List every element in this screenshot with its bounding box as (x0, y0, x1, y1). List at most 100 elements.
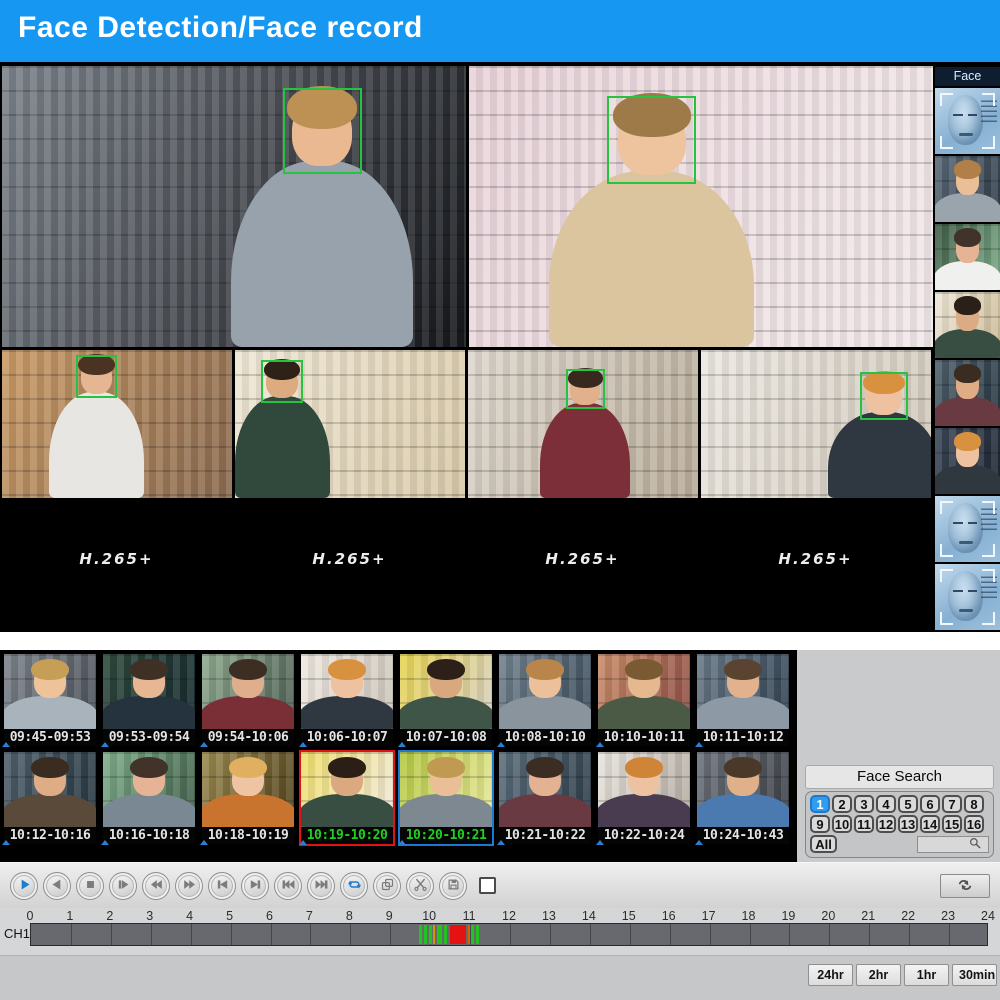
channel-button-4[interactable]: 4 (876, 795, 896, 813)
range-button-1hr[interactable]: 1hr (904, 964, 949, 986)
face-detection-box (607, 95, 697, 184)
channel-button-3[interactable]: 3 (854, 795, 874, 813)
face-record-thumbnail[interactable]: 10:20-10:21 (398, 750, 494, 846)
camera-dairy-aisle-man[interactable] (469, 66, 933, 347)
fast-forward-icon (182, 877, 197, 895)
face-thumbnail-dark-haired-man[interactable] (935, 292, 1000, 358)
hour-label: 19 (781, 909, 796, 923)
hour-label: 15 (621, 909, 636, 923)
face-record-thumbnail[interactable]: 09:53-09:54 (101, 652, 197, 748)
face-record-thumbnail[interactable]: 10:08-10:10 (497, 652, 593, 748)
first-record-button[interactable] (274, 871, 302, 900)
cell-marker (497, 840, 505, 845)
hour-tick (70, 924, 72, 945)
channel-button-10[interactable]: 10 (832, 815, 852, 833)
hour-tick (909, 924, 911, 945)
first-record-icon (281, 877, 296, 895)
swap-arrows-icon (956, 876, 974, 897)
save-button[interactable] (439, 871, 467, 900)
channel-button-15[interactable]: 15 (942, 815, 962, 833)
channel-button-11[interactable]: 11 (854, 815, 874, 833)
face-record-thumbnail[interactable]: 10:16-10:18 (101, 750, 197, 846)
camera-freezer-aisle-man[interactable] (2, 66, 466, 347)
fast-forward-button[interactable] (175, 871, 203, 900)
face-thumbnail-long-haired-woman[interactable] (935, 360, 1000, 426)
channel-swap-button[interactable] (940, 874, 990, 898)
face-record-thumbnail[interactable]: 10:18-10:19 (200, 750, 296, 846)
camera-blonde-shopper-woman[interactable] (701, 350, 931, 498)
hour-tick (510, 924, 511, 945)
face-record-thumbnail[interactable]: 09:45-09:53 (2, 652, 98, 748)
hour-tick (949, 924, 951, 945)
channel-button-16[interactable]: 16 (964, 815, 984, 833)
camera-green-sweater-man[interactable] (235, 350, 465, 498)
hour-tick (310, 924, 312, 945)
face-search-panel: 1 2 3 4 5 6 7 8 9 10 11 12 13 14 15 16 All (805, 791, 994, 858)
face-record-thumbnail[interactable]: 10:21-10:22 (497, 750, 593, 846)
face-thumbnail-red-haired-woman[interactable] (935, 428, 1000, 494)
select-checkbox[interactable] (479, 877, 496, 894)
cell-marker (2, 742, 10, 747)
face-search-button[interactable] (917, 835, 989, 853)
hour-label: 13 (541, 909, 556, 923)
play-icon (17, 877, 32, 895)
cell-marker (596, 840, 604, 845)
channel-button-14[interactable]: 14 (920, 815, 940, 833)
multi-screen-button[interactable] (373, 871, 401, 900)
prev-file-button[interactable] (208, 871, 236, 900)
channel-button-6[interactable]: 6 (920, 795, 940, 813)
reverse-play-button[interactable] (43, 871, 71, 900)
range-button-24hr[interactable]: 24hr (808, 964, 853, 986)
face-record-thumbnail[interactable]: 10:12-10:16 (2, 750, 98, 846)
playback-control-bar (0, 862, 1000, 908)
face-thumbnail-face-scan-match[interactable] (935, 564, 1000, 630)
recording-segment (436, 925, 443, 944)
face-record-thumbnail[interactable]: 10:22-10:24 (596, 750, 692, 846)
next-file-icon (248, 877, 263, 895)
face-record-thumbnail[interactable]: 10:11-10:12 (695, 652, 791, 748)
step-play-button[interactable] (109, 871, 137, 900)
channel-button-2[interactable]: 2 (832, 795, 852, 813)
face-thumbnail-face-scan-match[interactable] (935, 496, 1000, 562)
channel-button-1[interactable]: 1 (810, 795, 830, 813)
face-snapshot (400, 752, 492, 827)
face-thumbnail-curly-boy[interactable] (935, 156, 1000, 222)
next-file-button[interactable] (241, 871, 269, 900)
face-search-area: Face Search 1 2 3 4 5 6 7 8 9 10 11 12 13 14 15 16 All (797, 650, 1000, 862)
last-record-button[interactable] (307, 871, 335, 900)
timeline-bar[interactable] (30, 923, 988, 946)
camera-basket-woman[interactable] (2, 350, 232, 498)
hour-tick (589, 924, 591, 945)
hour-label: 4 (186, 909, 194, 923)
channel-button-5[interactable]: 5 (898, 795, 918, 813)
channel-all-button[interactable]: All (810, 835, 837, 853)
channel-button-7[interactable]: 7 (942, 795, 962, 813)
face-record-thumbnail[interactable]: 10:24-10:43 (695, 750, 791, 846)
channel-button-12[interactable]: 12 (876, 815, 896, 833)
face-snapshot (499, 752, 591, 827)
face-thumbnail-smiling-woman[interactable] (935, 224, 1000, 290)
channel-button-8[interactable]: 8 (964, 795, 984, 813)
face-record-thumbnail[interactable]: 10:07-10:08 (398, 652, 494, 748)
cut-button[interactable] (406, 871, 434, 900)
rewind-button[interactable] (142, 871, 170, 900)
hour-tick (709, 924, 711, 945)
face-record-thumbnail[interactable]: 10:19-10:20 (299, 750, 395, 846)
channel-button-13[interactable]: 13 (898, 815, 918, 833)
face-thumbnail-face-scan-match[interactable] (935, 88, 1000, 154)
loop-button[interactable] (340, 871, 368, 900)
hour-tick (150, 924, 152, 945)
face-snapshot (301, 752, 393, 827)
channel-button-9[interactable]: 9 (810, 815, 830, 833)
face-record-thumbnail[interactable]: 10:10-10:11 (596, 652, 692, 748)
face-record-thumbnail[interactable]: 09:54-10:06 (200, 652, 296, 748)
camera-market-woman[interactable] (468, 350, 698, 498)
range-button-30min[interactable]: 30min (952, 964, 997, 986)
hour-tick (669, 924, 671, 945)
face-snapshot (598, 654, 690, 729)
banner: Face Detection/Face record (0, 0, 1000, 62)
range-button-2hr[interactable]: 2hr (856, 964, 901, 986)
face-record-thumbnail[interactable]: 10:06-10:07 (299, 652, 395, 748)
stop-button[interactable] (76, 871, 104, 900)
play-button[interactable] (10, 871, 38, 900)
